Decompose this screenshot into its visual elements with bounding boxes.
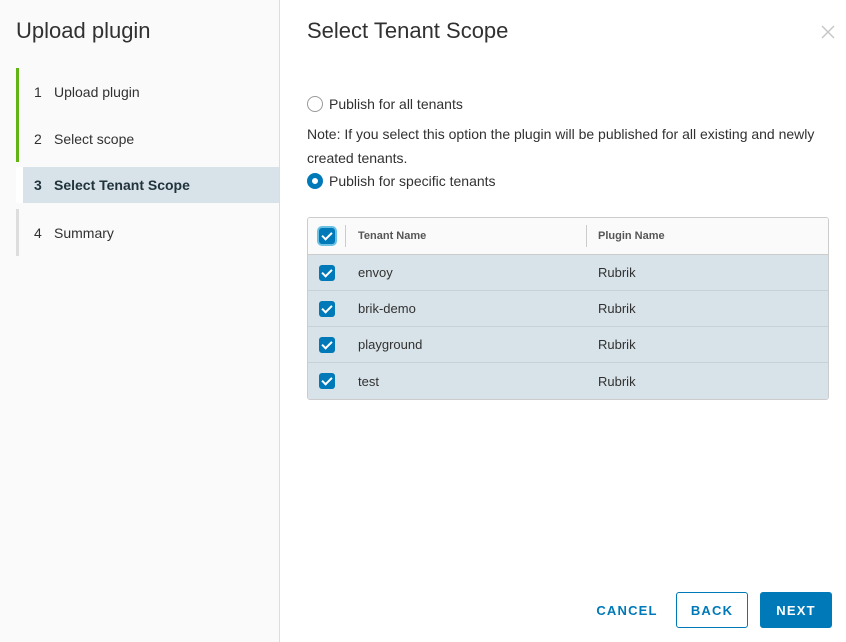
step-label: Select Tenant Scope [54, 177, 190, 193]
tenant-name-cell: playground [358, 337, 423, 352]
row-check-cell [308, 363, 346, 399]
step-summary[interactable]: 4 Summary [16, 209, 279, 256]
step-label: Upload plugin [54, 83, 140, 100]
step-select-tenant-scope[interactable]: 3 Select Tenant Scope [16, 167, 279, 203]
step-number: 3 [34, 177, 42, 193]
tenant-name-cell: brik-demo [358, 301, 416, 316]
step-number: 4 [34, 224, 42, 241]
radio-all-tenants[interactable]: Publish for all tenants [307, 96, 463, 112]
back-button[interactable]: BACK [676, 592, 748, 628]
next-button[interactable]: NEXT [760, 592, 832, 628]
plugin-name-cell: Rubrik [598, 337, 636, 352]
select-all-checkbox[interactable] [318, 228, 335, 244]
scope-note: Note: If you select this option the plug… [307, 126, 815, 166]
row-checkbox[interactable] [319, 336, 335, 353]
select-all-cell [308, 225, 346, 247]
page-title: Select Tenant Scope [307, 18, 509, 43]
column-header-plugin-name[interactable]: Plugin Name [587, 218, 828, 254]
row-check-cell [308, 291, 346, 326]
row-check-cell [308, 327, 346, 362]
wizard-steps: 1 Upload plugin 2 Select scope 3 Select … [16, 68, 279, 256]
step-label: Select scope [54, 130, 135, 147]
row-check-cell [308, 255, 346, 290]
radio-specific-tenants[interactable]: Publish for specific tenants [307, 173, 496, 189]
tenant-name-cell: test [358, 373, 379, 389]
step-upload-plugin[interactable]: 1 Upload plugin [16, 68, 279, 115]
radio-button[interactable] [307, 173, 323, 189]
plugin-name-cell: Rubrik [598, 301, 636, 316]
row-checkbox[interactable] [319, 264, 335, 281]
tenant-grid: Tenant Name Plugin Name envoy Rubrik bri… [307, 217, 829, 400]
close-button[interactable] [818, 22, 838, 42]
step-select-scope[interactable]: 2 Select scope [16, 115, 279, 162]
radio-label: Publish for specific tenants [329, 173, 496, 189]
plugin-name-cell: Rubrik [598, 265, 636, 280]
row-checkbox[interactable] [319, 373, 335, 389]
tenant-name-cell: envoy [358, 265, 393, 280]
grid-header: Tenant Name Plugin Name [308, 218, 828, 255]
row-checkbox[interactable] [319, 300, 335, 317]
wizard-title: Upload plugin [16, 18, 151, 43]
plugin-name-cell: Rubrik [598, 373, 636, 389]
table-row[interactable]: envoy Rubrik [308, 255, 828, 291]
step-label: Summary [54, 224, 114, 241]
step-number: 2 [34, 130, 42, 147]
table-row[interactable]: brik-demo Rubrik [308, 291, 828, 327]
cancel-button[interactable]: CANCEL [590, 592, 664, 628]
close-icon [821, 25, 835, 39]
wizard-sidebar: Upload plugin 1 Upload plugin 2 Select s… [0, 0, 280, 642]
column-header-tenant-name[interactable]: Tenant Name [346, 225, 587, 247]
table-row[interactable]: playground Rubrik [308, 327, 828, 363]
wizard-content: Select Tenant Scope Publish for all tena… [280, 0, 846, 642]
radio-button[interactable] [307, 96, 323, 112]
radio-label: Publish for all tenants [329, 96, 463, 112]
table-row[interactable]: test Rubrik [308, 363, 828, 399]
step-number: 1 [34, 83, 42, 100]
